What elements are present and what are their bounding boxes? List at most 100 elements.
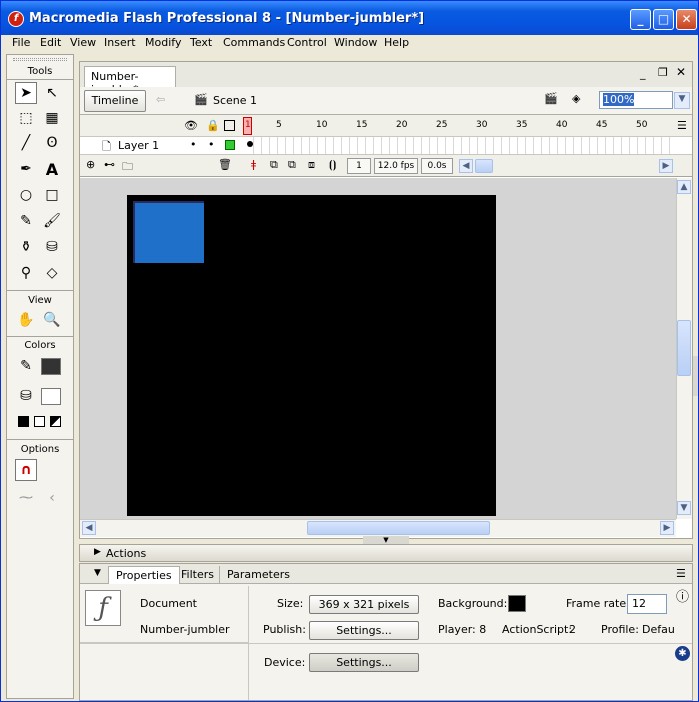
- selection-tool-icon[interactable]: ➤: [15, 82, 37, 104]
- frame-rate-input[interactable]: 12: [627, 594, 667, 614]
- menu-modify[interactable]: Modify: [145, 36, 181, 49]
- edit-multiple-frames-icon[interactable]: ⧈: [308, 158, 315, 172]
- swap-colors-icon[interactable]: [50, 416, 61, 427]
- keyframe-dot[interactable]: [247, 141, 253, 147]
- tab-filters[interactable]: Filters: [174, 566, 221, 584]
- line-tool-icon[interactable]: ╱: [15, 132, 37, 154]
- lock-icon[interactable]: 🔒: [206, 119, 220, 132]
- panel-menu-icon[interactable]: ☰: [676, 567, 686, 580]
- ink-bottle-tool-icon[interactable]: ⚱: [15, 236, 37, 258]
- document-tab[interactable]: Number-jumbler*: [84, 66, 176, 96]
- eyedropper-tool-icon[interactable]: ⚲: [15, 262, 37, 284]
- doc-restore-icon[interactable]: ❐: [658, 66, 668, 79]
- timeline-scroll-left[interactable]: ◀: [459, 159, 473, 173]
- onion-outlines-icon[interactable]: ⧉: [288, 158, 296, 172]
- timeline-scroll-right[interactable]: ▶: [659, 159, 673, 173]
- add-guide-layer-icon[interactable]: ⊷: [104, 158, 115, 171]
- timeline-menu-icon[interactable]: ☰: [677, 119, 687, 132]
- horizontal-scroll-thumb[interactable]: [307, 521, 490, 535]
- zoom-tool-icon[interactable]: 🔍: [41, 309, 63, 331]
- pencil-tool-icon[interactable]: ✎: [15, 210, 37, 232]
- frame-cells[interactable]: [246, 137, 676, 154]
- menu-edit[interactable]: Edit: [40, 36, 61, 49]
- right-panel-collapse-handle[interactable]: [693, 356, 698, 396]
- back-arrow-icon[interactable]: ⇦: [156, 93, 165, 106]
- default-colors-icon[interactable]: [18, 416, 29, 427]
- lasso-tool-icon[interactable]: ʘ: [41, 132, 63, 154]
- pasteboard[interactable]: [80, 178, 676, 519]
- fill-color-swatch[interactable]: [41, 388, 61, 405]
- layer-lock-dot[interactable]: •: [208, 138, 215, 151]
- zoom-input[interactable]: 100%: [599, 91, 673, 109]
- timeline-toggle-button[interactable]: Timeline: [84, 90, 146, 112]
- text-tool-icon[interactable]: A: [41, 158, 63, 180]
- timeline-scroll-thumb[interactable]: [475, 159, 493, 173]
- rectangle-tool-icon[interactable]: □: [41, 184, 63, 206]
- publish-settings-button[interactable]: Settings...: [309, 621, 419, 640]
- fill-transform-tool-icon[interactable]: ▦: [41, 107, 63, 129]
- layer-row[interactable]: 🗋 Layer 1 • •: [80, 137, 692, 155]
- size-button[interactable]: 369 x 321 pixels: [309, 595, 419, 614]
- tab-parameters[interactable]: Parameters: [219, 566, 297, 584]
- actions-panel-header[interactable]: ▶ Actions: [79, 544, 693, 562]
- scroll-up-button[interactable]: ▲: [677, 180, 691, 194]
- eye-icon[interactable]: 👁: [184, 119, 198, 132]
- accessibility-icon[interactable]: ✱: [675, 646, 690, 661]
- eraser-tool-icon[interactable]: ◇: [41, 262, 63, 284]
- layer-name[interactable]: Layer 1: [118, 139, 159, 152]
- oval-tool-icon[interactable]: ○: [15, 184, 37, 206]
- free-transform-tool-icon[interactable]: ⬚: [15, 107, 37, 129]
- stage[interactable]: [127, 195, 496, 516]
- onion-skin-icon[interactable]: ⧉: [270, 158, 278, 172]
- edit-scene-icon[interactable]: 🎬: [544, 92, 558, 105]
- minimize-button[interactable]: _: [630, 9, 651, 30]
- hand-tool-icon[interactable]: ✋: [15, 309, 37, 331]
- layer-outline-color[interactable]: [225, 140, 235, 150]
- scroll-down-button[interactable]: ▼: [677, 501, 691, 515]
- menu-help[interactable]: Help: [384, 36, 409, 49]
- center-frame-icon[interactable]: ǂ: [251, 158, 256, 171]
- subselection-tool-icon[interactable]: ↖: [41, 82, 63, 104]
- insert-layer-icon[interactable]: ⊕: [86, 158, 95, 171]
- menu-control[interactable]: Control: [287, 36, 327, 49]
- horizontal-scrollbar[interactable]: ◀ ▶: [80, 519, 676, 537]
- insert-folder-icon[interactable]: 🗀: [122, 158, 133, 177]
- menu-view[interactable]: View: [70, 36, 96, 49]
- no-color-icon[interactable]: [34, 416, 45, 427]
- scene-label[interactable]: Scene 1: [213, 94, 257, 107]
- menu-window[interactable]: Window: [334, 36, 377, 49]
- straighten-icon[interactable]: ‹: [41, 487, 63, 509]
- delete-layer-icon[interactable]: 🗑: [218, 158, 232, 171]
- menu-text[interactable]: Text: [190, 36, 212, 49]
- stroke-color-swatch[interactable]: [41, 358, 61, 375]
- title-bar[interactable]: f Macromedia Flash Professional 8 - [Num…: [1, 1, 698, 35]
- blue-rectangle-shape[interactable]: [133, 201, 204, 263]
- menu-commands[interactable]: Commands: [223, 36, 285, 49]
- snap-to-objects-magnet-icon[interactable]: ∩: [15, 459, 37, 481]
- background-color-swatch[interactable]: [508, 595, 526, 612]
- onion-markers-icon[interactable]: ⦗⦘: [329, 158, 336, 172]
- scroll-right-button[interactable]: ▶: [660, 521, 674, 535]
- menu-insert[interactable]: Insert: [104, 36, 136, 49]
- paint-bucket-tool-icon[interactable]: ⛁: [41, 236, 63, 258]
- device-settings-button[interactable]: Settings...: [309, 653, 419, 672]
- close-button[interactable]: ✕: [676, 9, 697, 30]
- outline-icon[interactable]: [224, 120, 235, 131]
- vertical-scrollbar[interactable]: ▲ ▼: [676, 178, 692, 519]
- brush-tool-icon[interactable]: 🖌: [41, 210, 63, 232]
- tab-properties[interactable]: Properties: [108, 566, 180, 584]
- scroll-left-button[interactable]: ◀: [82, 521, 96, 535]
- smooth-icon[interactable]: ⁓: [15, 487, 37, 509]
- layer-visible-dot[interactable]: •: [190, 138, 197, 151]
- vertical-scroll-thumb[interactable]: [677, 320, 691, 376]
- help-icon[interactable]: ⓘ: [676, 586, 689, 605]
- bottom-panel-collapse-handle[interactable]: ▼: [363, 536, 409, 544]
- doc-close-icon[interactable]: ✕: [676, 65, 686, 79]
- menu-file[interactable]: File: [12, 36, 30, 49]
- panel-gripper[interactable]: [13, 58, 67, 61]
- collapse-arrow-icon[interactable]: ▼: [94, 568, 101, 578]
- edit-symbols-icon[interactable]: ◈: [572, 92, 580, 105]
- zoom-dropdown-button[interactable]: ▼: [674, 92, 690, 109]
- pen-tool-icon[interactable]: ✒: [15, 158, 37, 180]
- maximize-button[interactable]: □: [653, 9, 674, 30]
